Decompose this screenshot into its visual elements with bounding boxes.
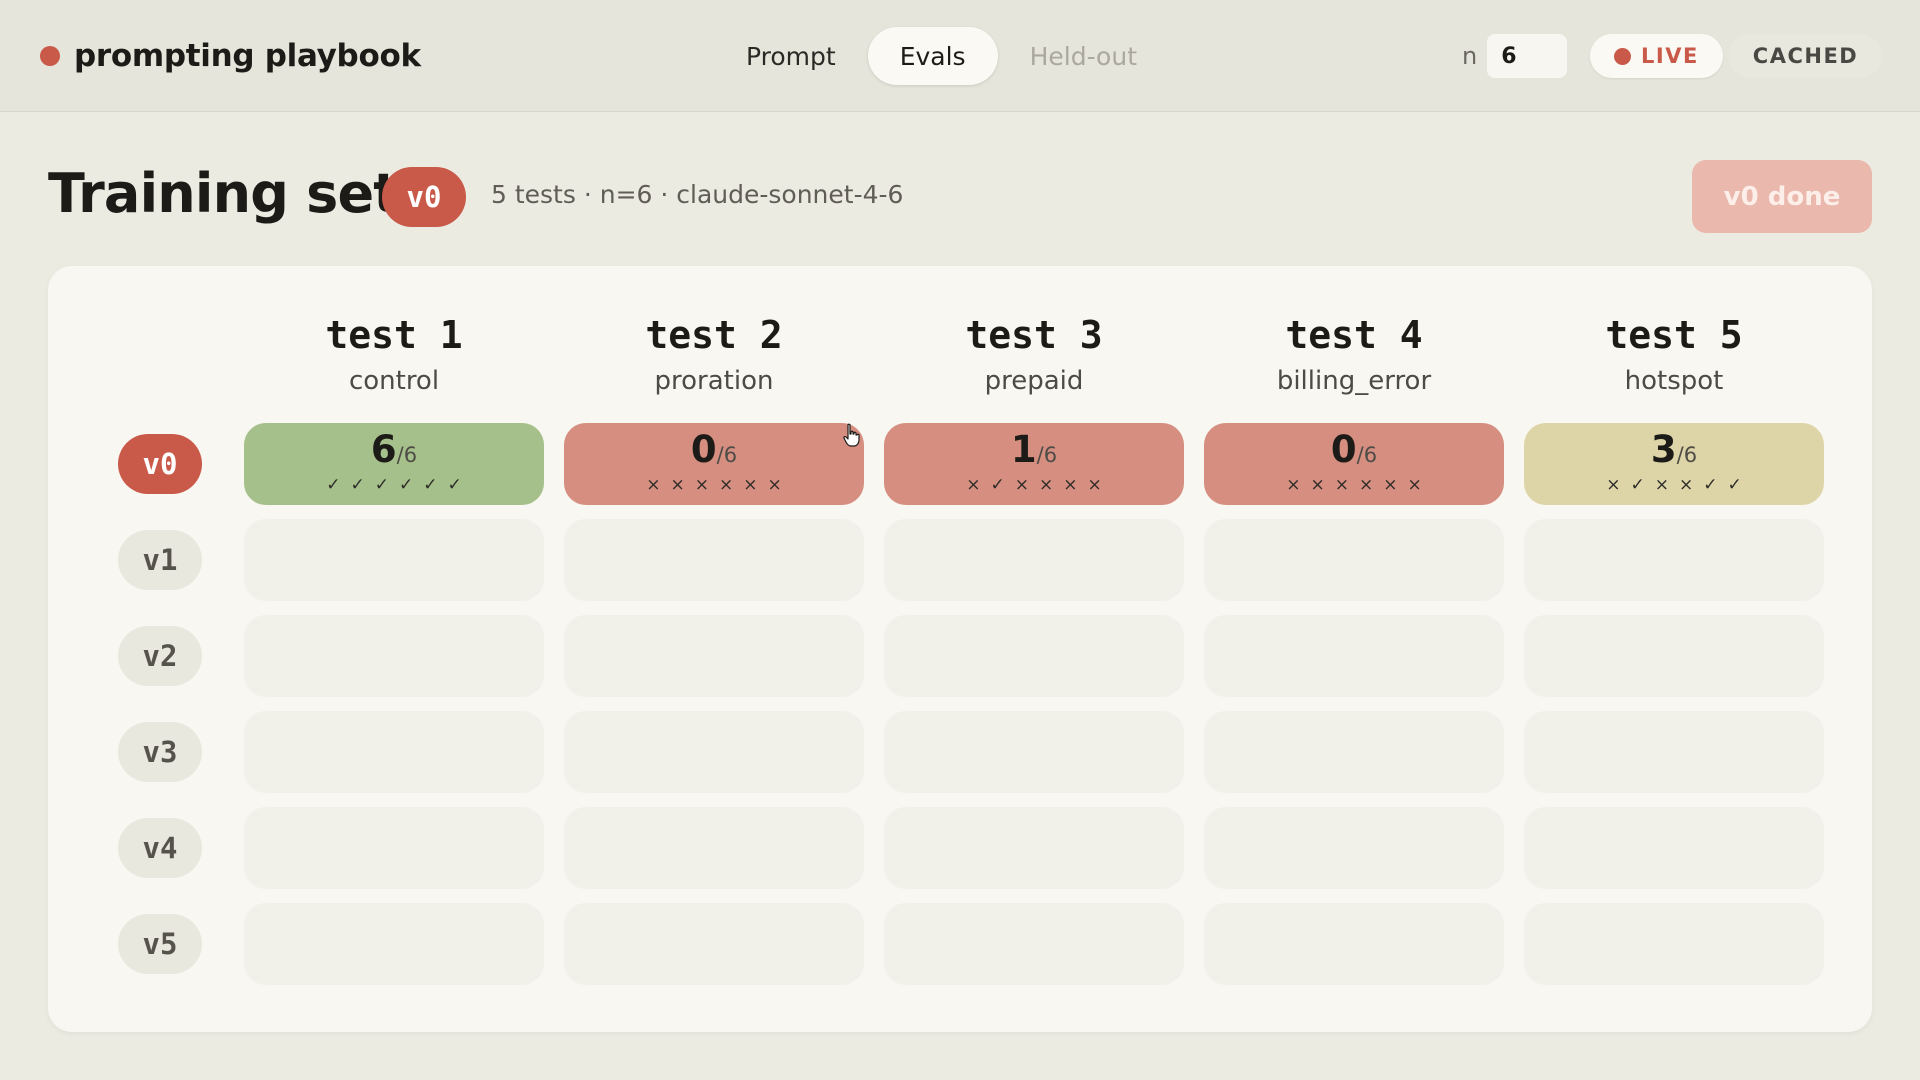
brand: prompting playbook bbox=[40, 36, 421, 76]
tab-held-out[interactable]: Held-out bbox=[998, 27, 1169, 85]
view-tabs: Prompt Evals Held-out bbox=[714, 26, 1169, 86]
result-cell-v0-test-3[interactable]: 1/6 ×✓×××× bbox=[884, 423, 1184, 505]
empty-cell bbox=[1524, 711, 1824, 793]
result-cell-v0-test-4[interactable]: 0/6 ×××××× bbox=[1204, 423, 1504, 505]
test-subtitle: control bbox=[348, 366, 440, 396]
live-dot-icon bbox=[1614, 47, 1631, 65]
empty-cell bbox=[1204, 711, 1504, 793]
run-meta: 5 tests · n=6 · claude-sonnet-4-6 bbox=[491, 180, 904, 209]
empty-cell bbox=[244, 519, 544, 601]
result-cell-v0-test-1[interactable]: 6/6 ✓✓✓✓✓✓ bbox=[244, 423, 544, 505]
cached-mode-button[interactable]: CACHED bbox=[1728, 34, 1883, 78]
run-total: /6 bbox=[1676, 443, 1698, 467]
current-version-badge: v0 bbox=[382, 167, 466, 227]
empty-cell bbox=[1204, 903, 1504, 985]
page-title: Training set bbox=[48, 162, 399, 225]
tab-prompt[interactable]: Prompt bbox=[714, 27, 868, 85]
column-header-test-1: test 1 control bbox=[244, 312, 544, 396]
empty-cell bbox=[244, 711, 544, 793]
empty-cell bbox=[1524, 615, 1824, 697]
top-bar: prompting playbook Prompt Evals Held-out… bbox=[0, 0, 1920, 112]
result-cell-v0-test-5[interactable]: 3/6 ×✓××✓✓ bbox=[1524, 423, 1824, 505]
version-row-v4[interactable]: v4 bbox=[118, 818, 202, 878]
empty-cell bbox=[1524, 807, 1824, 889]
pass-count: 3 bbox=[1650, 428, 1677, 471]
pass-count: 0 bbox=[1330, 428, 1357, 471]
empty-cell bbox=[564, 903, 864, 985]
run-marks: ✓✓✓✓✓✓ bbox=[326, 475, 472, 495]
empty-cell bbox=[564, 711, 864, 793]
run-marks: ×××××× bbox=[646, 475, 792, 495]
test-name: test 4 bbox=[1285, 313, 1423, 357]
empty-cell bbox=[884, 903, 1184, 985]
pass-count: 6 bbox=[370, 428, 397, 471]
score: 3/6 bbox=[1524, 425, 1824, 475]
score: 0/6 bbox=[564, 425, 864, 475]
run-marks: ×✓×××× bbox=[966, 475, 1112, 495]
n-control: n bbox=[1462, 33, 1568, 79]
run-total: /6 bbox=[716, 443, 738, 467]
run-total: /6 bbox=[1356, 443, 1378, 467]
version-done-button[interactable]: v0 done bbox=[1692, 160, 1872, 233]
n-input[interactable] bbox=[1487, 34, 1568, 78]
pass-count: 1 bbox=[1010, 428, 1037, 471]
empty-cell bbox=[1524, 519, 1824, 601]
test-subtitle: proration bbox=[654, 366, 774, 396]
live-mode-button[interactable]: LIVE bbox=[1590, 34, 1723, 78]
empty-cell bbox=[884, 807, 1184, 889]
test-name: test 2 bbox=[645, 313, 783, 357]
score: 1/6 bbox=[884, 425, 1184, 475]
brand-dot-icon bbox=[40, 46, 60, 66]
empty-cell bbox=[1524, 903, 1824, 985]
results-grid: test 1 control test 2 proration test 3 p… bbox=[48, 266, 1872, 1032]
test-subtitle: hotspot bbox=[1624, 366, 1724, 396]
column-header-test-5: test 5 hotspot bbox=[1524, 312, 1824, 396]
app-title: prompting playbook bbox=[74, 38, 421, 74]
empty-cell bbox=[564, 807, 864, 889]
n-label: n bbox=[1462, 42, 1478, 70]
score: 6/6 bbox=[244, 425, 544, 475]
test-name: test 1 bbox=[325, 313, 463, 357]
empty-cell bbox=[1204, 807, 1504, 889]
empty-cell bbox=[244, 903, 544, 985]
empty-cell bbox=[244, 615, 544, 697]
empty-cell bbox=[1204, 615, 1504, 697]
mode-toggle: LIVE CACHED bbox=[1590, 33, 1883, 79]
test-name: test 5 bbox=[1605, 313, 1743, 357]
empty-cell bbox=[1204, 519, 1504, 601]
run-total: /6 bbox=[396, 443, 418, 467]
run-marks: ×××××× bbox=[1286, 475, 1432, 495]
empty-cell bbox=[564, 615, 864, 697]
empty-cell bbox=[884, 711, 1184, 793]
column-header-test-4: test 4 billing_error bbox=[1204, 312, 1504, 396]
empty-cell bbox=[564, 519, 864, 601]
run-marks: ×✓××✓✓ bbox=[1606, 475, 1752, 495]
hand-pointer-icon bbox=[843, 423, 860, 447]
tab-evals[interactable]: Evals bbox=[867, 27, 998, 85]
test-subtitle: billing_error bbox=[1276, 366, 1432, 396]
test-subtitle: prepaid bbox=[984, 366, 1084, 396]
score: 0/6 bbox=[1204, 425, 1504, 475]
version-row-v5[interactable]: v5 bbox=[118, 914, 202, 974]
empty-cell bbox=[884, 615, 1184, 697]
empty-cell bbox=[884, 519, 1184, 601]
live-label: LIVE bbox=[1641, 44, 1699, 68]
column-header-test-3: test 3 prepaid bbox=[884, 312, 1184, 396]
test-name: test 3 bbox=[965, 313, 1103, 357]
run-total: /6 bbox=[1036, 443, 1058, 467]
version-row-v3[interactable]: v3 bbox=[118, 722, 202, 782]
pass-count: 0 bbox=[690, 428, 717, 471]
version-row-v1[interactable]: v1 bbox=[118, 530, 202, 590]
version-row-v0[interactable]: v0 bbox=[118, 434, 202, 494]
result-cell-v0-test-2[interactable]: 0/6 ×××××× bbox=[564, 423, 864, 505]
empty-cell bbox=[244, 807, 544, 889]
column-header-test-2: test 2 proration bbox=[564, 312, 864, 396]
version-row-v2[interactable]: v2 bbox=[118, 626, 202, 686]
